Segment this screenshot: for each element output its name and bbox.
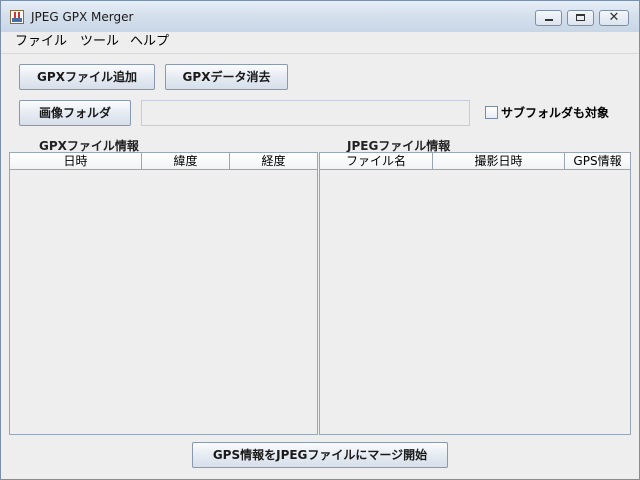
java-app-icon <box>10 10 24 24</box>
include-subfolders-label: サブフォルダも対象 <box>501 106 610 120</box>
gpx-table[interactable]: 日時 緯度 経度 <box>9 152 318 435</box>
gpx-col-longitude[interactable]: 経度 <box>230 153 317 169</box>
jpeg-col-gps-info[interactable]: GPS情報 <box>565 153 630 169</box>
app-window: JPEG GPX Merger ✕ ファイル ツール ヘルプ GPXファイル追加… <box>0 0 640 480</box>
jpeg-table[interactable]: ファイル名 撮影日時 GPS情報 <box>319 152 631 435</box>
jpeg-table-body[interactable] <box>320 170 630 434</box>
minimize-button[interactable] <box>535 10 562 26</box>
gpx-table-body[interactable] <box>10 170 317 434</box>
image-folder-button[interactable]: 画像フォルダ <box>19 100 131 126</box>
add-gpx-file-button[interactable]: GPXファイル追加 <box>19 64 155 90</box>
close-icon: ✕ <box>608 10 620 25</box>
start-merge-button[interactable]: GPS情報をJPEGファイルにマージ開始 <box>192 442 448 468</box>
gpx-col-latitude[interactable]: 緯度 <box>142 153 230 169</box>
maximize-button[interactable] <box>567 10 594 26</box>
menu-file[interactable]: ファイル <box>13 34 69 50</box>
close-button[interactable]: ✕ <box>599 10 629 26</box>
jpeg-col-shot-datetime[interactable]: 撮影日時 <box>433 153 565 169</box>
window-title: JPEG GPX Merger <box>31 10 134 24</box>
jpeg-table-header: ファイル名 撮影日時 GPS情報 <box>320 153 630 170</box>
gpx-table-header: 日時 緯度 経度 <box>10 153 317 170</box>
checkbox-box[interactable] <box>485 106 498 119</box>
minimize-icon <box>545 19 553 21</box>
menu-tools[interactable]: ツール <box>78 34 121 50</box>
clear-gpx-data-button[interactable]: GPXデータ消去 <box>165 64 288 90</box>
title-bar[interactable]: JPEG GPX Merger ✕ <box>1 1 639 33</box>
menu-help[interactable]: ヘルプ <box>128 34 171 50</box>
maximize-icon <box>576 14 585 21</box>
include-subfolders-checkbox[interactable]: サブフォルダも対象 <box>485 105 609 121</box>
jpeg-col-filename[interactable]: ファイル名 <box>320 153 433 169</box>
image-folder-path-field[interactable] <box>141 100 470 126</box>
menu-bar: ファイル ツール ヘルプ <box>1 32 639 54</box>
gpx-col-datetime[interactable]: 日時 <box>10 153 142 169</box>
